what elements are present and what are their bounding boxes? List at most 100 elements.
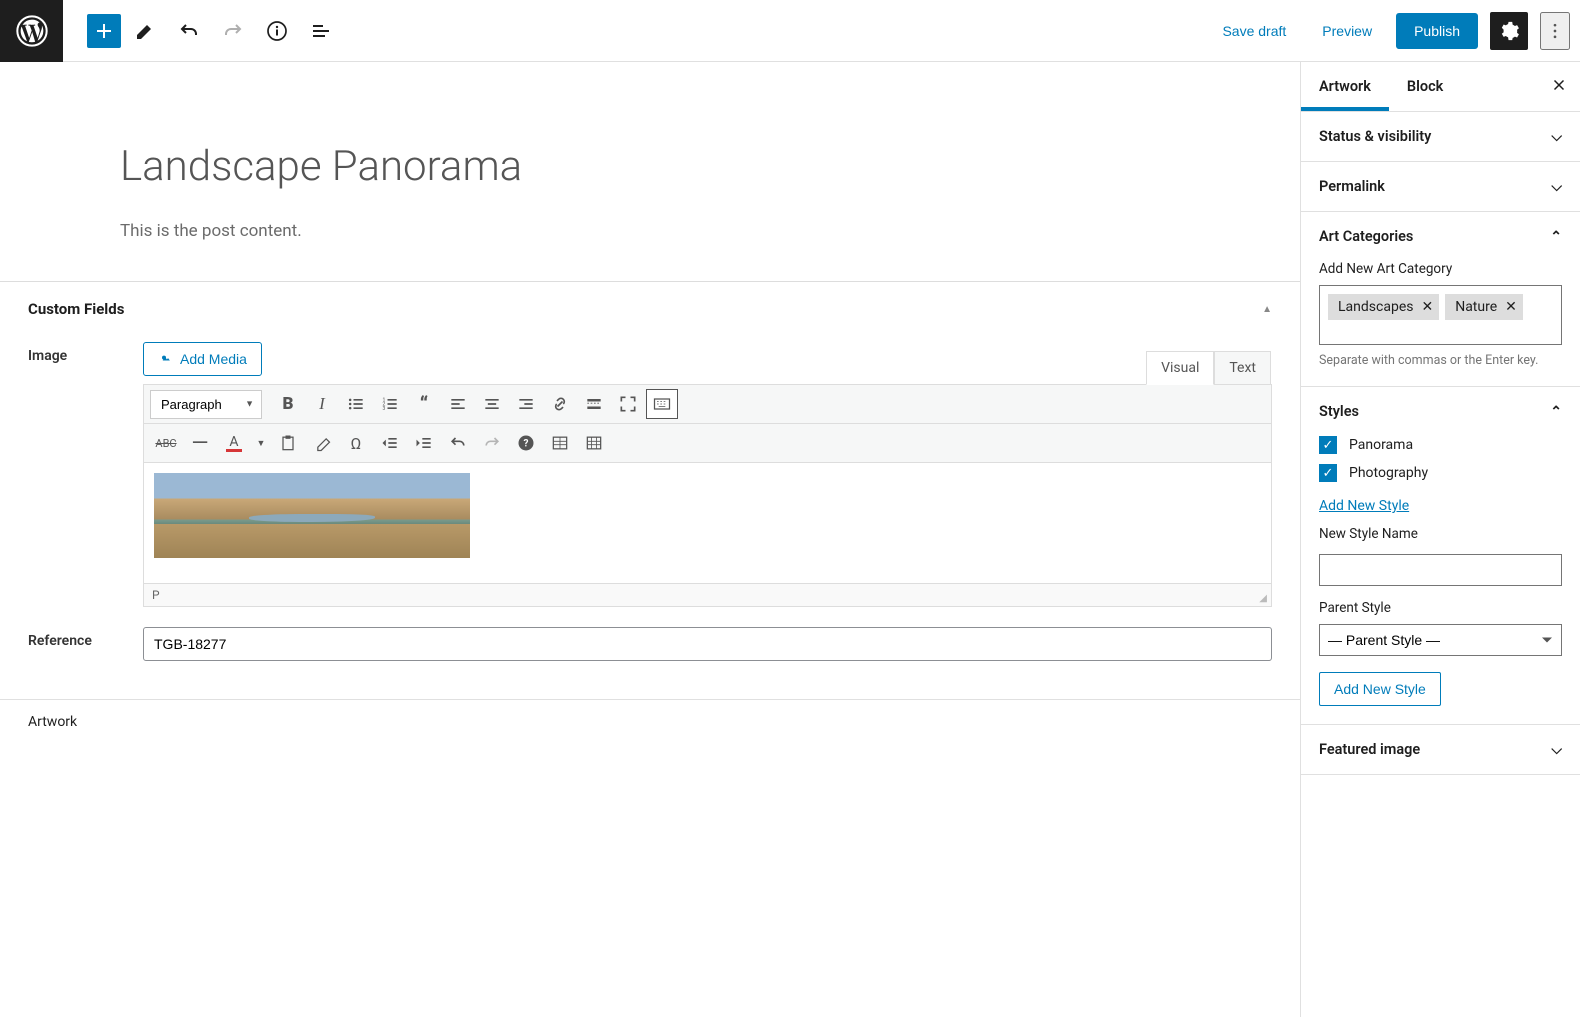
- new-style-name-input[interactable]: [1319, 554, 1562, 586]
- close-icon: [1550, 76, 1568, 94]
- numbered-list-icon: 123: [380, 394, 400, 414]
- section-status-visibility[interactable]: Status & visibility ⌵: [1301, 112, 1580, 161]
- checkbox-checked-icon[interactable]: ✓: [1319, 464, 1337, 482]
- remove-tag-button[interactable]: ✕: [1421, 299, 1433, 315]
- align-right-button[interactable]: [510, 389, 542, 419]
- outdent-button[interactable]: [374, 428, 406, 458]
- redo-editor-button[interactable]: [476, 428, 508, 458]
- style-checkbox-row[interactable]: ✓ Panorama: [1319, 436, 1562, 454]
- bold-button[interactable]: B: [272, 389, 304, 419]
- style-label: Photography: [1349, 465, 1428, 481]
- undo-button[interactable]: [169, 11, 209, 51]
- style-checkbox-row[interactable]: ✓ Photography: [1319, 464, 1562, 482]
- editor-content-area[interactable]: [144, 463, 1271, 583]
- more-menu-button[interactable]: [1540, 12, 1570, 50]
- clipboard-icon: [278, 433, 298, 453]
- help-button[interactable]: ?: [510, 428, 542, 458]
- format-select[interactable]: Paragraph: [150, 390, 262, 419]
- wysiwyg-toolbar-row-2: ABC — A ▼ Ω ?: [144, 424, 1271, 463]
- close-sidebar-button[interactable]: [1538, 64, 1580, 110]
- align-left-button[interactable]: [442, 389, 474, 419]
- tab-visual[interactable]: Visual: [1146, 351, 1214, 385]
- indent-icon: [414, 433, 434, 453]
- section-permalink[interactable]: Permalink ⌵: [1301, 162, 1580, 211]
- clear-formatting-button[interactable]: [306, 428, 338, 458]
- wysiwyg-editor: Visual Text Paragraph B I 123 “: [143, 384, 1272, 607]
- info-icon: [265, 19, 289, 43]
- table-icon: [550, 433, 570, 453]
- add-block-button[interactable]: [87, 14, 121, 48]
- align-center-icon: [482, 394, 502, 414]
- fullscreen-button[interactable]: [612, 389, 644, 419]
- toolbar-toggle-button[interactable]: [646, 389, 678, 419]
- section-featured-image[interactable]: Featured image ⌵: [1301, 725, 1580, 774]
- indent-button[interactable]: [408, 428, 440, 458]
- section-art-categories[interactable]: Art Categories ⌃: [1301, 212, 1580, 261]
- media-icon: [158, 351, 174, 367]
- inserted-image[interactable]: [154, 473, 470, 558]
- read-more-button[interactable]: [578, 389, 610, 419]
- redo-button[interactable]: [213, 11, 253, 51]
- add-new-style-button[interactable]: Add New Style: [1319, 672, 1441, 706]
- svg-text:3: 3: [383, 406, 386, 412]
- checkbox-checked-icon[interactable]: ✓: [1319, 436, 1337, 454]
- pencil-icon: [133, 19, 157, 43]
- chevron-down-icon: ⌵: [1551, 742, 1562, 758]
- settings-button[interactable]: [1490, 12, 1528, 50]
- save-draft-button[interactable]: Save draft: [1210, 15, 1298, 47]
- section-permalink-label: Permalink: [1319, 178, 1385, 195]
- reference-input[interactable]: [143, 627, 1272, 661]
- numbered-list-button[interactable]: 123: [374, 389, 406, 419]
- read-more-icon: [584, 394, 604, 414]
- collapse-panel-button[interactable]: ▲: [1262, 304, 1272, 315]
- tag-label: Nature: [1455, 299, 1497, 315]
- post-title[interactable]: Landscape Panorama: [120, 142, 1180, 191]
- text-color-button[interactable]: A: [218, 428, 250, 458]
- publish-button[interactable]: Publish: [1396, 13, 1478, 49]
- field-label-reference: Reference: [28, 627, 143, 661]
- wordpress-logo[interactable]: [0, 0, 63, 62]
- style-label: Panorama: [1349, 437, 1413, 453]
- italic-button[interactable]: I: [306, 389, 338, 419]
- undo-editor-button[interactable]: [442, 428, 474, 458]
- bottom-bar: Artwork: [0, 699, 1300, 744]
- category-tag-input[interactable]: Landscapes ✕ Nature ✕: [1319, 285, 1562, 345]
- bullet-list-button[interactable]: [340, 389, 372, 419]
- tab-text[interactable]: Text: [1214, 351, 1271, 385]
- add-media-button[interactable]: Add Media: [143, 342, 262, 376]
- section-featured-image-label: Featured image: [1319, 741, 1420, 758]
- add-category-label: Add New Art Category: [1319, 261, 1562, 277]
- eraser-icon: [312, 433, 332, 453]
- link-button[interactable]: [544, 389, 576, 419]
- parent-style-select[interactable]: — Parent Style —: [1319, 624, 1562, 656]
- blockquote-button[interactable]: “: [408, 389, 440, 419]
- preview-button[interactable]: Preview: [1310, 15, 1384, 47]
- add-media-label: Add Media: [180, 351, 247, 367]
- paste-text-button[interactable]: [272, 428, 304, 458]
- tab-block[interactable]: Block: [1389, 62, 1461, 111]
- add-new-style-link[interactable]: Add New Style: [1319, 498, 1409, 514]
- align-center-button[interactable]: [476, 389, 508, 419]
- text-color-dropdown[interactable]: ▼: [252, 428, 270, 458]
- outline-button[interactable]: [301, 11, 341, 51]
- post-content[interactable]: This is the post content.: [120, 221, 1180, 241]
- table-button-2[interactable]: [578, 428, 610, 458]
- tag-label: Landscapes: [1338, 299, 1413, 315]
- hr-button[interactable]: —: [184, 428, 216, 458]
- chevron-up-icon: ⌃: [1550, 404, 1562, 420]
- strikethrough-button[interactable]: ABC: [150, 428, 182, 458]
- tools-button[interactable]: [125, 11, 165, 51]
- section-styles[interactable]: Styles ⌃: [1301, 387, 1580, 436]
- custom-fields-panel: Custom Fields ▲ Image Add Media Visual: [0, 281, 1300, 699]
- table-button[interactable]: [544, 428, 576, 458]
- special-char-button[interactable]: Ω: [340, 428, 372, 458]
- svg-text:?: ?: [524, 438, 529, 449]
- info-button[interactable]: [257, 11, 297, 51]
- remove-tag-button[interactable]: ✕: [1505, 299, 1517, 315]
- chevron-down-icon: ⌵: [1551, 179, 1562, 195]
- help-icon: ?: [516, 433, 536, 453]
- tab-artwork[interactable]: Artwork: [1301, 62, 1389, 111]
- undo-icon: [448, 433, 468, 453]
- redo-icon: [482, 433, 502, 453]
- section-status-label: Status & visibility: [1319, 128, 1431, 145]
